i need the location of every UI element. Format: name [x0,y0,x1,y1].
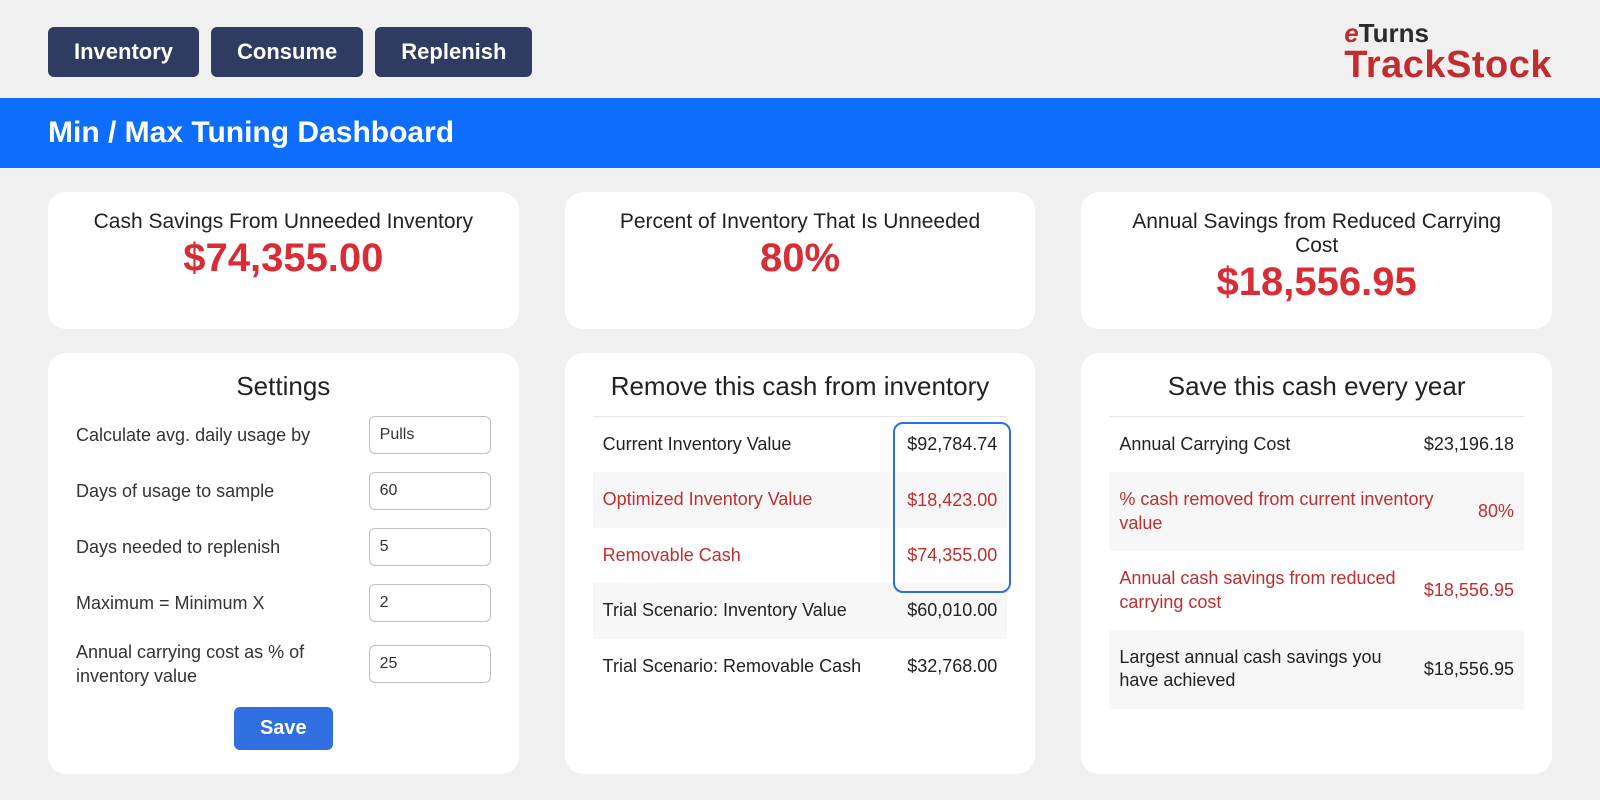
save-cash-list: Annual Carrying Cost$23,196.18 % cash rem… [1109,416,1524,709]
kpi-label: Percent of Inventory That Is Unneeded [593,210,1008,234]
tab-consume[interactable]: Consume [211,27,363,77]
table-row: Removable Cash$74,355.00 [593,528,1008,583]
tab-replenish[interactable]: Replenish [375,27,532,77]
save-cash-panel: Save this cash every year Annual Carryin… [1081,353,1552,774]
field-max-min: Maximum = Minimum X [76,584,491,622]
field-carry-cost: Annual carrying cost as % of inventory v… [76,640,491,689]
row-value: $18,423.00 [907,490,997,511]
field-label: Annual carrying cost as % of inventory v… [76,640,353,689]
row-label: Annual Carrying Cost [1119,433,1424,456]
table-row: Trial Scenario: Removable Cash$32,768.00 [593,639,1008,694]
kpi-label: Annual Savings from Reduced Carrying Cos… [1109,210,1524,258]
days-replenish-input[interactable] [369,528,491,566]
field-days-sample: Days of usage to sample [76,472,491,510]
save-cash-title: Save this cash every year [1109,371,1524,402]
row-label: Largest annual cash savings you have ach… [1119,646,1424,693]
days-sample-input[interactable] [369,472,491,510]
kpi-annual-savings: Annual Savings from Reduced Carrying Cos… [1081,192,1552,329]
row-label: Trial Scenario: Removable Cash [603,655,908,678]
kpi-percent-unneeded: Percent of Inventory That Is Unneeded 80… [565,192,1036,329]
row-value: $92,784.74 [907,434,997,455]
row-value: $18,556.95 [1424,659,1514,680]
row-label: Annual cash savings from reduced carryin… [1119,567,1424,614]
kpi-row: Cash Savings From Unneeded Inventory $74… [48,192,1552,329]
settings-panel: Settings Calculate avg. daily usage by D… [48,353,519,774]
row-label: Current Inventory Value [603,433,908,456]
kpi-value: $18,556.95 [1109,260,1524,305]
row-value: $60,010.00 [907,600,997,621]
row-value: $32,768.00 [907,656,997,677]
field-calc-by: Calculate avg. daily usage by [76,416,491,454]
table-row: Trial Scenario: Inventory Value$60,010.0… [593,583,1008,638]
row-label: Removable Cash [603,544,908,567]
remove-cash-title: Remove this cash from inventory [593,371,1008,402]
carry-cost-input[interactable] [369,645,491,683]
table-row: Largest annual cash savings you have ach… [1109,630,1524,709]
logo-line1: eTurns [1344,20,1552,46]
field-days-replenish: Days needed to replenish [76,528,491,566]
max-min-input[interactable] [369,584,491,622]
row-value: $18,556.95 [1424,580,1514,601]
row-label: % cash removed from current inventory va… [1119,488,1478,535]
table-row: Annual Carrying Cost$23,196.18 [1109,417,1524,472]
row-value: 80% [1478,501,1514,522]
settings-title: Settings [76,371,491,402]
brand-logo: eTurns TrackStock [1344,20,1552,84]
save-button[interactable]: Save [234,707,333,750]
field-label: Calculate avg. daily usage by [76,423,353,447]
field-label: Maximum = Minimum X [76,591,353,615]
row-label: Optimized Inventory Value [603,488,908,511]
save-button-wrap: Save [76,707,491,750]
field-label: Days of usage to sample [76,479,353,503]
calc-by-input[interactable] [369,416,491,454]
kpi-value: $74,355.00 [76,236,491,281]
page-title: Min / Max Tuning Dashboard [0,98,1600,168]
remove-cash-list: Current Inventory Value$92,784.74Optimiz… [593,416,1008,694]
table-row: Current Inventory Value$92,784.74 [593,417,1008,472]
table-row: % cash removed from current inventory va… [1109,472,1524,551]
nav-tabs: Inventory Consume Replenish [48,27,532,77]
remove-cash-panel: Remove this cash from inventory Current … [565,353,1036,774]
table-row: Optimized Inventory Value$18,423.00 [593,472,1008,527]
logo-line2: TrackStock [1344,46,1552,84]
kpi-cash-savings: Cash Savings From Unneeded Inventory $74… [48,192,519,329]
tab-inventory[interactable]: Inventory [48,27,199,77]
top-bar: Inventory Consume Replenish eTurns Track… [0,0,1600,98]
field-label: Days needed to replenish [76,535,353,559]
row-value: $23,196.18 [1424,434,1514,455]
kpi-label: Cash Savings From Unneeded Inventory [76,210,491,234]
row-value: $74,355.00 [907,545,997,566]
row-label: Trial Scenario: Inventory Value [603,599,908,622]
table-row: Annual cash savings from reduced carryin… [1109,551,1524,630]
kpi-value: 80% [593,236,1008,281]
panels-row: Settings Calculate avg. daily usage by D… [48,353,1552,774]
content: Cash Savings From Unneeded Inventory $74… [0,168,1600,798]
